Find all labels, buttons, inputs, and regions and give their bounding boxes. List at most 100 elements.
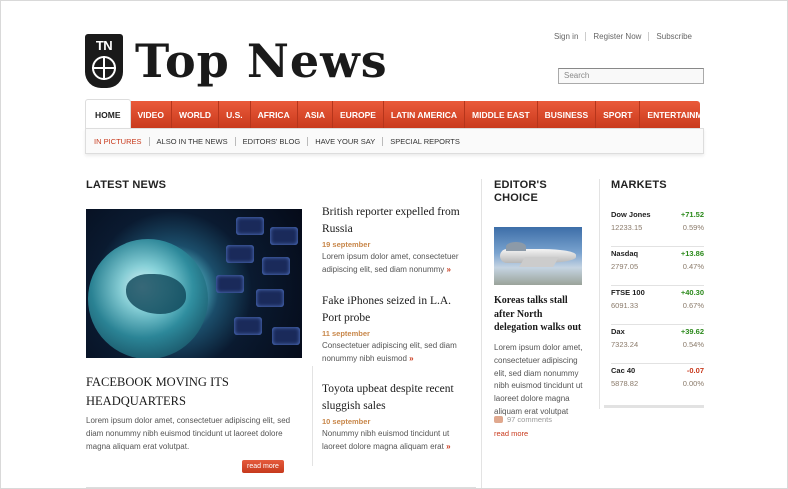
- column-divider: [312, 366, 313, 466]
- nav-item-business[interactable]: BUSINESS: [538, 101, 597, 129]
- market-name: Dow Jones: [611, 210, 651, 219]
- story-headline[interactable]: Toyota upbeat despite recent sluggish sa…: [322, 381, 472, 414]
- subnav-item-special-reports[interactable]: SPECIAL REPORTS: [382, 136, 467, 146]
- jet-canopy: [506, 242, 526, 251]
- column-divider: [481, 179, 482, 488]
- editors-read-more-link[interactable]: read more: [494, 429, 528, 438]
- story-text-body: Lorem ipsum dolor amet, consectetuer adi…: [322, 252, 459, 274]
- market-change: +71.52: [680, 210, 704, 219]
- market-name: Nasdaq: [611, 249, 639, 258]
- comments-count: 97 comments: [507, 415, 553, 424]
- market-row[interactable]: Dax +39.62 7323.24 0.54%: [611, 325, 704, 364]
- editors-choice-body: Lorem ipsum dolor amet, consectetuer adi…: [494, 343, 583, 416]
- keyboard-key: [256, 289, 284, 307]
- story-date: 19 september: [322, 240, 371, 249]
- market-change: +40.30: [680, 288, 704, 297]
- nav-item-asia[interactable]: ASIA: [298, 101, 334, 129]
- market-row[interactable]: FTSE 100 +40.30 6091.33 0.67%: [611, 286, 704, 325]
- story-headline[interactable]: British reporter expelled from Russia: [322, 204, 472, 237]
- page-frame: TN Top News Sign in Register Now Subscri…: [0, 0, 788, 489]
- story-text: Nonummy nibh euismod tincidunt ut laoree…: [322, 428, 472, 453]
- editors-choice-headline[interactable]: Koreas talks stall after North delegatio…: [494, 294, 584, 335]
- subnav-item-in-pictures[interactable]: IN PICTURES: [94, 137, 149, 146]
- nav-item-middle-east[interactable]: MIDDLE EAST: [465, 101, 538, 129]
- market-name: Cac 40: [611, 366, 636, 375]
- logo-wordmark: Top News: [135, 34, 388, 88]
- market-name: FTSE 100: [611, 288, 645, 297]
- story-headline[interactable]: Fake iPhones seized in L.A. Port probe: [322, 293, 472, 326]
- latest-news-title: LATEST NEWS: [86, 179, 167, 191]
- market-row[interactable]: Cac 40 -0.07 5878.82 0.00%: [611, 364, 704, 403]
- keyboard-key: [226, 245, 254, 263]
- feature-image[interactable]: [86, 209, 302, 358]
- nav-item-us[interactable]: U.S.: [219, 101, 251, 129]
- sign-in-link[interactable]: Sign in: [547, 32, 585, 41]
- market-change: -0.07: [686, 366, 704, 375]
- logo-initials: TN: [95, 38, 113, 53]
- market-pct: 0.67%: [682, 301, 704, 310]
- nav-item-home[interactable]: HOME: [85, 99, 131, 129]
- comment-bubble-icon: [494, 416, 503, 423]
- market-value: 6091.33: [611, 301, 639, 310]
- story-text: Consectetuer adipiscing elit, sed diam n…: [322, 340, 472, 365]
- list-item: Toyota upbeat despite recent sluggish sa…: [322, 381, 472, 453]
- jet-wing: [519, 257, 559, 267]
- subnav-item-editors-blog[interactable]: EDITORS' BLOG: [234, 136, 308, 146]
- story-text-body: Consectetuer adipiscing elit, sed diam n…: [322, 341, 457, 363]
- market-value: 7323.24: [611, 340, 639, 349]
- search-input[interactable]: Search: [558, 68, 704, 84]
- market-value: 2797.05: [611, 262, 639, 271]
- market-change: +39.62: [680, 327, 704, 336]
- account-links: Sign in Register Now Subscribe: [547, 32, 699, 41]
- read-more-button[interactable]: read more: [242, 460, 284, 473]
- keyboard-key: [234, 317, 262, 335]
- column-divider: [599, 179, 600, 409]
- list-item: Fake iPhones seized in L.A. Port probe 1…: [322, 293, 472, 365]
- feature-headline[interactable]: FACEBOOK MOVING ITS HEADQUARTERS: [86, 373, 296, 411]
- main-nav: HOME VIDEO WORLD U.S. AFRICA ASIA EUROPE…: [85, 99, 720, 129]
- keyboard-key: [262, 257, 290, 275]
- editors-choice-title: EDITOR'S CHOICE: [494, 179, 547, 205]
- nav-item-world[interactable]: WORLD: [172, 101, 220, 129]
- subnav-item-have-your-say[interactable]: HAVE YOUR SAY: [307, 136, 382, 146]
- market-row[interactable]: Nasdaq +13.86 2797.05 0.47%: [611, 247, 704, 286]
- feature-body: Lorem ipsum dolor amet, consectetuer adi…: [86, 416, 291, 451]
- subnav-item-also-in-news[interactable]: ALSO IN THE NEWS: [148, 136, 235, 146]
- market-pct: 0.47%: [682, 262, 704, 271]
- nav-item-entertainment[interactable]: ENTERTAINMENT: [640, 101, 726, 129]
- market-value: 12233.15: [611, 223, 643, 232]
- logo-shield-icon: TN: [85, 34, 123, 88]
- story-text-body: Nonummy nibh euismod tincidunt ut laoree…: [322, 429, 450, 451]
- keyboard-key: [236, 217, 264, 235]
- story-date: 10 september: [322, 417, 371, 426]
- keyboard-key: [270, 227, 298, 245]
- more-arrow-icon[interactable]: »: [446, 442, 450, 451]
- market-name: Dax: [611, 327, 625, 336]
- market-pct: 0.59%: [682, 223, 704, 232]
- comments-link[interactable]: 97 comments: [494, 415, 552, 424]
- keyboard-key: [272, 327, 300, 345]
- market-pct: 0.00%: [682, 379, 704, 388]
- nav-item-latin-america[interactable]: LATIN AMERICA: [384, 101, 466, 129]
- nav-item-video[interactable]: VIDEO: [131, 101, 172, 129]
- market-value: 5878.82: [611, 379, 639, 388]
- register-link[interactable]: Register Now: [585, 32, 648, 41]
- story-text: Lorem ipsum dolor amet, consectetuer adi…: [322, 251, 472, 276]
- globe-icon: [92, 56, 116, 80]
- markets-divider: [604, 405, 704, 408]
- site-logo[interactable]: TN Top News: [85, 34, 388, 88]
- nav-item-sport[interactable]: SPORT: [596, 101, 641, 129]
- sub-nav: IN PICTURES ALSO IN THE NEWS EDITORS' BL…: [85, 128, 704, 154]
- subscribe-link[interactable]: Subscribe: [648, 32, 699, 41]
- nav-item-europe[interactable]: EUROPE: [333, 101, 384, 129]
- editors-choice-image[interactable]: [494, 227, 582, 285]
- more-arrow-icon[interactable]: »: [409, 354, 413, 363]
- market-pct: 0.54%: [682, 340, 704, 349]
- market-change: +13.86: [680, 249, 704, 258]
- more-arrow-icon[interactable]: »: [447, 265, 451, 274]
- markets-title: MARKETS: [611, 179, 667, 191]
- market-row[interactable]: Dow Jones +71.52 12233.15 0.59%: [611, 208, 704, 247]
- editors-choice-title-line2: CHOICE: [494, 192, 538, 204]
- story-date: 11 september: [322, 329, 370, 338]
- nav-item-africa[interactable]: AFRICA: [251, 101, 298, 129]
